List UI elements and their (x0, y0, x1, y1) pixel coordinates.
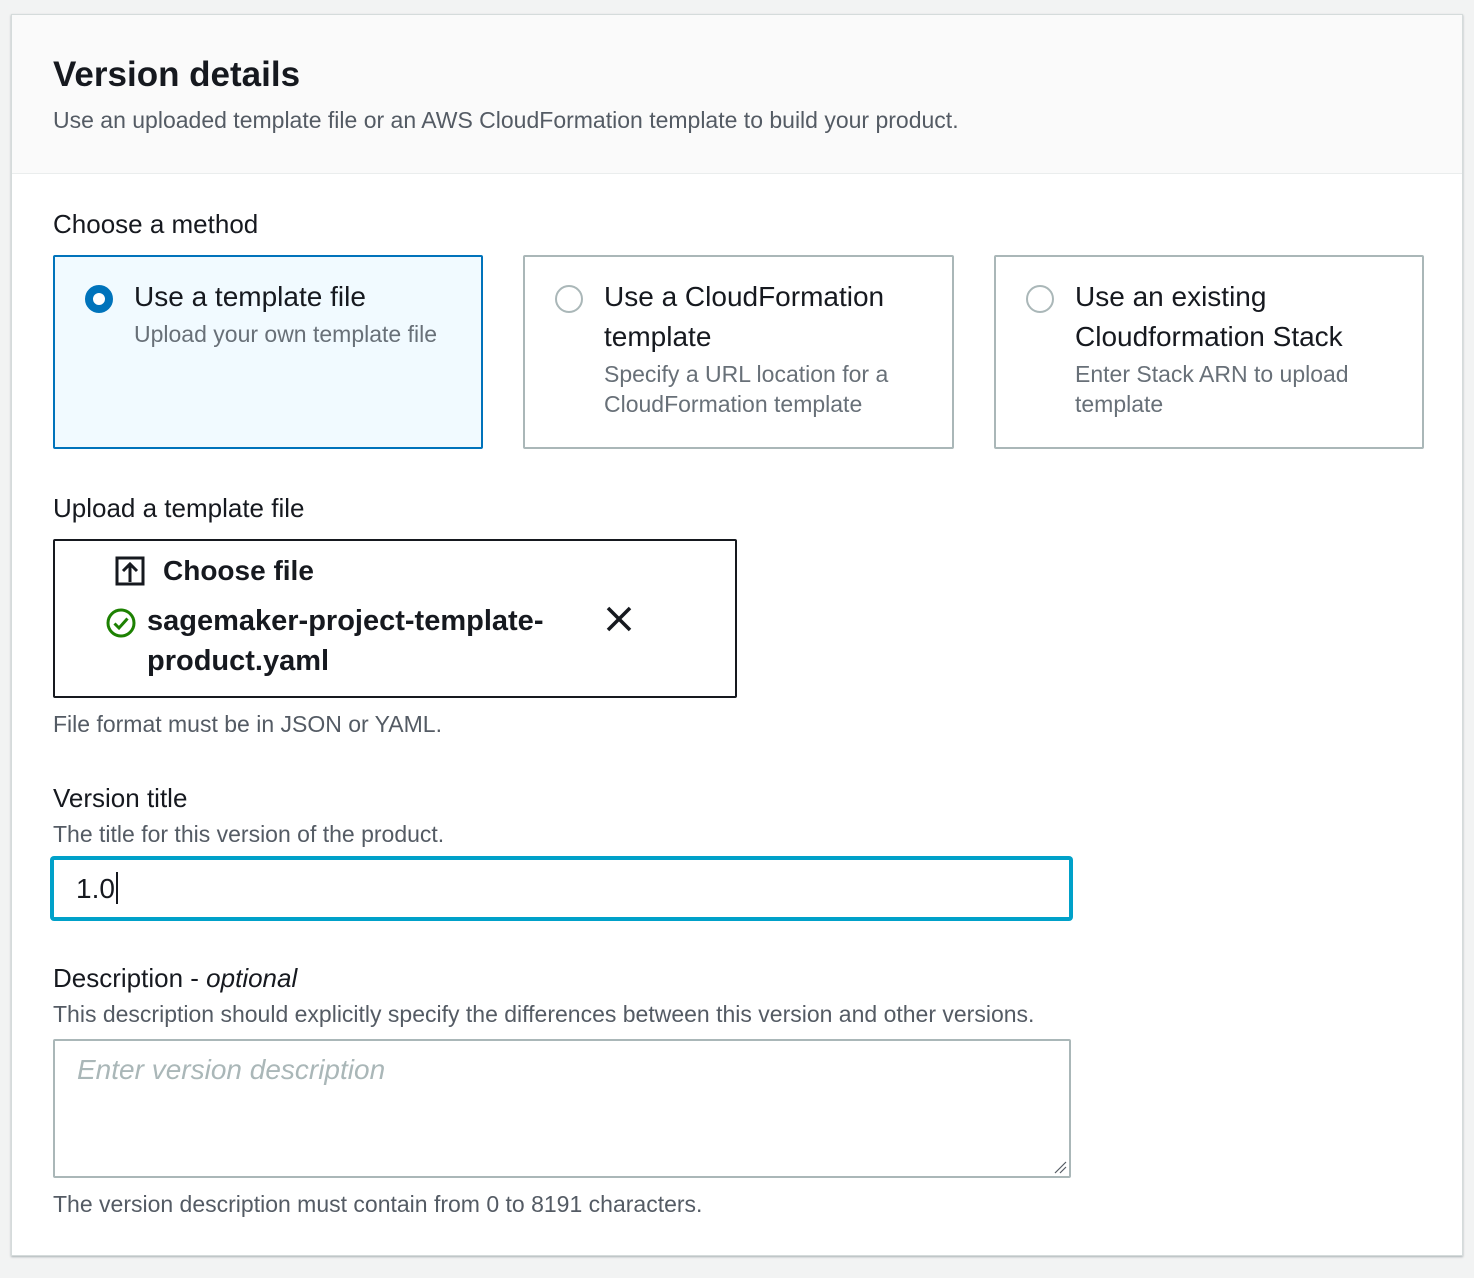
version-title-label: Version title (53, 783, 188, 813)
method-option-title: Use a CloudFormation template (604, 281, 885, 352)
resize-handle-icon[interactable] (1053, 1160, 1067, 1174)
choose-file-label: Choose file (163, 555, 314, 586)
method-option-description: Specify a URL location for a CloudFormat… (604, 361, 889, 417)
upload-constraint-text: File format must be in JSON or YAML. (53, 711, 442, 737)
method-option-title: Use a template file (134, 281, 366, 312)
version-details-panel: Version details Use an uploaded template… (11, 14, 1463, 1256)
version-title-input[interactable]: 1.0 (51, 857, 1072, 920)
panel-title: Version details (53, 55, 301, 94)
method-tile-template-file[interactable]: Use a template file Upload your own temp… (53, 255, 483, 449)
upload-label: Upload a template file (53, 493, 305, 523)
description-help-text: This description should explicitly speci… (53, 1001, 1035, 1027)
method-option-description: Enter Stack ARN to upload template (1075, 361, 1349, 417)
upload-icon (115, 556, 145, 586)
method-tile-existing-stack[interactable]: Use an existing Cloudformation Stack Ent… (994, 255, 1424, 449)
radio-button-checked[interactable] (85, 285, 113, 313)
description-textarea[interactable]: Enter version description (53, 1039, 1071, 1178)
method-label: Choose a method (53, 209, 259, 239)
description-placeholder: Enter version description (77, 1054, 386, 1085)
description-constraint-text: The version description must contain fro… (53, 1191, 703, 1217)
choose-file-button[interactable]: Choose file (115, 553, 314, 589)
success-check-icon (106, 608, 136, 638)
description-label: Description - optional (53, 963, 298, 993)
panel-header: Version details Use an uploaded template… (12, 15, 1462, 174)
file-name: sagemaker-project-template-product.yaml (147, 605, 544, 677)
method-option-description: Upload your own template file (134, 321, 437, 347)
method-tile-cloudformation-template[interactable]: Use a CloudFormation template Specify a … (523, 255, 954, 449)
method-option-title: Use an existing Cloudformation Stack (1075, 281, 1343, 352)
radio-button[interactable] (1026, 285, 1054, 313)
radio-button[interactable] (555, 285, 583, 313)
optional-label: optional (206, 963, 298, 993)
version-title-description: The title for this version of the produc… (53, 821, 445, 847)
file-upload-box: Choose file sagemaker-project-template-p… (53, 539, 737, 698)
text-caret (115, 872, 118, 904)
version-title-value: 1.0 (76, 872, 118, 906)
panel-subtitle: Use an uploaded template file or an AWS … (53, 107, 959, 133)
close-icon[interactable] (603, 603, 635, 635)
